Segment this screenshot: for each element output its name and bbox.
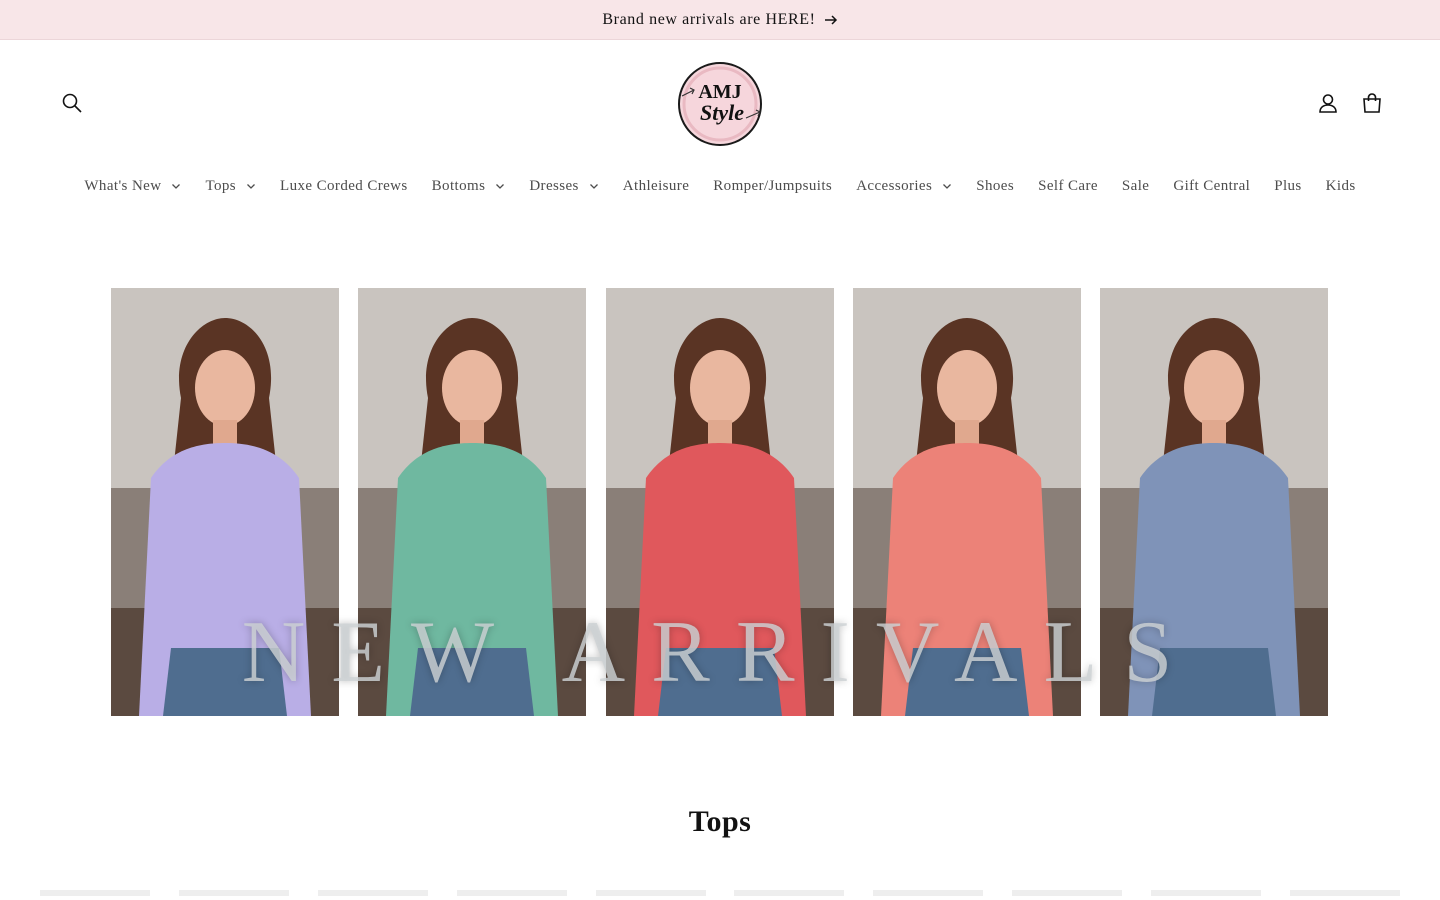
- account-button[interactable]: [1310, 85, 1346, 121]
- nav-item-label: Accessories: [856, 177, 933, 194]
- nav-item-label: Bottoms: [431, 177, 486, 194]
- announcement-bar: Brand new arrivals are HERE!: [0, 0, 1440, 40]
- nav-item-dresses[interactable]: Dresses: [517, 178, 610, 195]
- nav-item-athleisure[interactable]: Athleisure: [611, 178, 701, 195]
- announcement-link[interactable]: Brand new arrivals are HERE!: [602, 11, 837, 29]
- nav-item-bottoms[interactable]: Bottoms: [420, 178, 518, 195]
- search-button[interactable]: [54, 85, 90, 121]
- nav-item-tops[interactable]: Tops: [193, 178, 268, 195]
- section-title: Tops: [688, 805, 752, 838]
- arrow-right-icon: [824, 14, 837, 25]
- nav-item-romper-jumpsuits[interactable]: Romper/Jumpsuits: [701, 178, 844, 195]
- nav-item-accessories[interactable]: Accessories: [844, 178, 964, 195]
- nav-item-kids[interactable]: Kids: [1314, 178, 1368, 195]
- nav-item-label: Shoes: [976, 177, 1015, 194]
- nav-item-self-care[interactable]: Self Care: [1026, 178, 1110, 195]
- user-icon: [1319, 94, 1337, 113]
- nav-item-label: Romper/Jumpsuits: [713, 177, 833, 194]
- nav-item-label: Kids: [1325, 177, 1356, 194]
- nav-item-sale[interactable]: Sale: [1110, 178, 1161, 195]
- nav-item-label: Sale: [1121, 177, 1150, 194]
- banner-overlay-text: NEW ARRIVALS: [241, 604, 1199, 701]
- chevron-down-icon: [247, 184, 256, 189]
- chevron-down-icon: [496, 184, 505, 189]
- site-header: AMJ Style: [0, 40, 1440, 165]
- chevron-down-icon: [943, 184, 952, 189]
- nav-item-label: Self Care: [1038, 177, 1098, 194]
- search-icon: [62, 93, 82, 113]
- nav-item-plus[interactable]: Plus: [1262, 178, 1313, 195]
- nav-item-label: What's New: [84, 177, 162, 194]
- announcement-text: Brand new arrivals are HERE!: [602, 10, 816, 28]
- nav-item-label: Tops: [205, 177, 237, 194]
- nav-item-label: Dresses: [529, 177, 579, 194]
- logo-line2: Style: [700, 100, 744, 125]
- chevron-down-icon: [172, 184, 181, 189]
- nav-item-luxe-corded-crews[interactable]: Luxe Corded Crews: [268, 178, 420, 195]
- main-nav: What's New Tops Luxe Corded Crews Bottoms Dr…: [0, 170, 1440, 202]
- nav-item-what-s-new[interactable]: What's New: [72, 178, 193, 195]
- cart-button[interactable]: [1354, 85, 1390, 121]
- nav-item-label: Gift Central: [1173, 177, 1251, 194]
- bag-icon: [1363, 93, 1381, 113]
- store-logo[interactable]: AMJ Style: [672, 56, 768, 152]
- nav-item-label: Athleisure: [622, 177, 690, 194]
- chevron-down-icon: [589, 184, 598, 189]
- nav-item-label: Luxe Corded Crews: [280, 177, 408, 194]
- nav-item-label: Plus: [1274, 177, 1302, 194]
- nav-item-gift-central[interactable]: Gift Central: [1161, 178, 1262, 195]
- product-row-preview: [40, 884, 1400, 900]
- nav-item-shoes[interactable]: Shoes: [964, 178, 1026, 195]
